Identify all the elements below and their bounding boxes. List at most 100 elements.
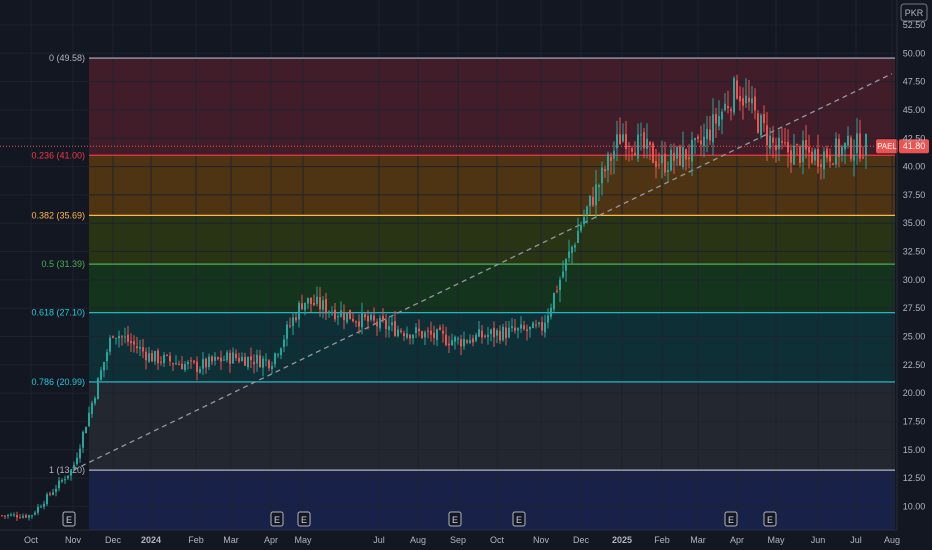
y-tick-label: 45.00 [903, 105, 926, 115]
candle [46, 492, 48, 507]
earnings-marker[interactable]: E [297, 511, 311, 527]
y-tick-label: 22.50 [903, 360, 926, 370]
earnings-marker[interactable]: E [763, 511, 777, 527]
x-tick-label: Jun [811, 535, 826, 545]
x-tick-label: Oct [24, 535, 39, 545]
candle [757, 109, 759, 134]
earnings-marker-label: E [728, 515, 734, 525]
candle [679, 144, 681, 167]
x-tick-label: Apr [730, 535, 744, 545]
y-tick-label: 25.00 [903, 331, 926, 341]
candle [25, 513, 27, 519]
x-tick-label: Jul [373, 535, 385, 545]
candle [13, 512, 15, 517]
x-tick-label: 2025 [612, 535, 632, 545]
y-tick-label: 42.50 [903, 133, 926, 143]
y-tick-label: 27.50 [903, 303, 926, 313]
fib-label: 0.236 (41.00) [31, 150, 85, 160]
x-tick-label: Apr [264, 535, 278, 545]
x-tick-label: Dec [573, 535, 590, 545]
x-tick-label: Oct [490, 535, 505, 545]
fib-zone-3 [89, 264, 895, 313]
earnings-marker[interactable]: E [270, 511, 284, 527]
fib-label: 0.786 (20.99) [31, 377, 85, 387]
y-tick-label: 35.00 [903, 218, 926, 228]
fib-zone-0 [89, 58, 895, 156]
x-tick-label: May [294, 535, 312, 545]
x-tick-label: Mar [223, 535, 239, 545]
candle [19, 513, 21, 519]
candle [37, 503, 39, 516]
earnings-marker-label: E [274, 515, 280, 525]
x-tick-label: Jul [850, 535, 862, 545]
y-axis[interactable]: PKR 10.00 12.50 15.00 17.50 20.00 22.50 25.00 2… [896, 0, 928, 530]
x-tick-label: Nov [65, 535, 82, 545]
fib-zone-2 [89, 215, 895, 265]
candle [34, 510, 36, 516]
x-tick-label: May [767, 535, 785, 545]
fib-zone-5 [89, 381, 895, 471]
x-tick-label: Dec [105, 535, 122, 545]
candle [652, 141, 654, 164]
y-tick-label: 52.50 [903, 20, 926, 30]
candle [67, 475, 69, 481]
candle [760, 113, 762, 139]
candle [76, 452, 78, 466]
candle [4, 515, 6, 520]
y-tick-label: 15.00 [903, 445, 926, 455]
x-tick-label: Mar [690, 535, 706, 545]
symbol-label: PAEL [877, 142, 897, 151]
earnings-marker-label: E [767, 515, 773, 525]
earnings-marker-label: E [66, 515, 72, 525]
x-tick-label: Nov [533, 535, 550, 545]
candle [733, 76, 735, 116]
candle [58, 476, 60, 492]
fib-label: 0 (49.58) [49, 53, 85, 63]
candle [52, 488, 54, 496]
fib-label: 0.618 (27.10) [31, 308, 85, 318]
earnings-marker[interactable]: E [62, 511, 76, 527]
candle [70, 468, 72, 481]
x-tick-label: 2024 [141, 535, 161, 545]
candle [43, 500, 45, 510]
x-tick-label: Feb [188, 535, 204, 545]
y-tick-label: 30.00 [903, 275, 926, 285]
earnings-marker-label: E [301, 515, 307, 525]
candle [85, 426, 87, 434]
candle [79, 444, 81, 463]
candle [61, 478, 63, 484]
candle [7, 513, 9, 519]
y-tick-label: 12.50 [903, 473, 926, 483]
candle [64, 475, 66, 484]
candle [97, 376, 99, 400]
fib-zone-1 [89, 155, 895, 216]
earnings-marker-label: E [452, 515, 458, 525]
fib-zone-4 [89, 312, 895, 382]
candle [421, 330, 423, 340]
candle [349, 309, 351, 320]
y-tick-label: 32.50 [903, 247, 926, 257]
candle [1, 514, 3, 517]
y-tick-label: 37.50 [903, 190, 926, 200]
x-axis[interactable]: Oct Nov Dec 2024 Feb Mar Apr May Jul Aug Sep Oct Nov… [0, 529, 900, 545]
earnings-marker[interactable]: E [724, 511, 738, 527]
x-tick-label: Sep [450, 535, 466, 545]
candle [55, 484, 57, 497]
candle [10, 512, 12, 517]
y-tick-label: 47.50 [903, 77, 926, 87]
x-tick-label: Aug [884, 535, 900, 545]
y-tick-label: 40.00 [903, 162, 926, 172]
y-tick-label: 20.00 [903, 388, 926, 398]
candle [16, 511, 18, 521]
candle [850, 135, 852, 163]
candle [553, 292, 555, 312]
y-tick-label: 10.00 [903, 501, 926, 511]
y-tick-label: 50.00 [903, 48, 926, 58]
y-tick-label: 17.50 [903, 416, 926, 426]
fib-label: 1 (13.20) [49, 465, 85, 475]
x-tick-label: Aug [410, 535, 426, 545]
earnings-marker[interactable]: E [512, 511, 526, 527]
candlestick-chart[interactable]: 0 (49.58) 0.236 (41.00) 0.382 (35.69) 0.5 (… [0, 0, 932, 550]
earnings-marker[interactable]: E [448, 511, 462, 527]
currency-label: PKR [905, 8, 924, 18]
